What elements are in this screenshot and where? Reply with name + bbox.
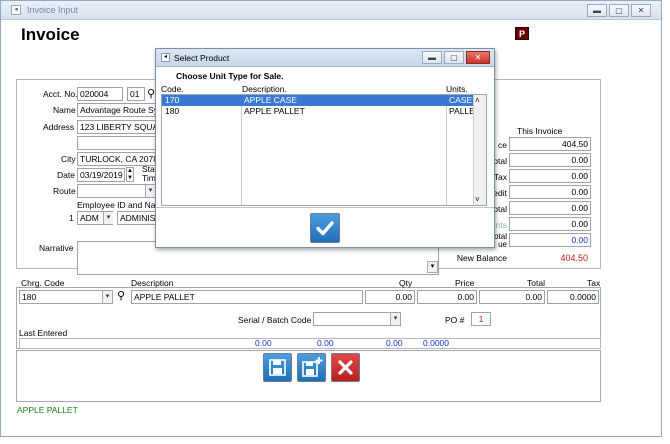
dialog-title: Select Product	[174, 53, 230, 63]
serial-dropdown-icon[interactable]: ▾	[390, 313, 400, 325]
name-field[interactable]: Advantage Route Sys	[77, 103, 157, 117]
product-description: APPLE CASE	[244, 95, 297, 105]
grid-scrollbar[interactable]: ˄ ˅	[473, 95, 486, 205]
new-balance-value: 404.50	[560, 253, 588, 263]
close-icon	[338, 360, 353, 375]
last-total: 0.00	[386, 338, 403, 348]
chrg-code-dropdown-icon[interactable]: ▾	[102, 291, 112, 303]
tax-header: Tax	[587, 278, 601, 288]
totals-value-4: 0.00	[509, 185, 591, 199]
description-column-header[interactable]: Description.	[242, 84, 287, 94]
address-field[interactable]: 123 LIBERTY SQUA	[77, 120, 157, 134]
product-row[interactable]: 170 APPLE CASE CASE	[162, 95, 474, 106]
minimize-button[interactable]: ▬	[587, 4, 607, 17]
total-field: 0.00	[479, 290, 545, 304]
dialog-minimize-button[interactable]: ▬	[422, 51, 442, 64]
employee-dropdown-icon[interactable]: ▾	[103, 212, 113, 224]
address2-field[interactable]	[77, 136, 157, 150]
totals-value-6: 0.00	[509, 217, 591, 231]
dialog-close-button[interactable]: ✕	[466, 51, 490, 64]
date-spinner[interactable]: ▲ ▼	[126, 167, 134, 182]
total-header: Total	[527, 278, 545, 288]
checkmark-icon	[316, 221, 334, 236]
window-title: Invoice Input	[27, 5, 79, 15]
qty-header: Qty	[399, 278, 413, 288]
serial-batch-label: Serial / Batch Code	[238, 315, 312, 325]
totals-value-1: 404.50	[509, 137, 591, 151]
totals-value-5: 0.00	[509, 201, 591, 215]
chrg-code-select[interactable]: 180	[19, 290, 113, 304]
qty-field[interactable]: 0.00	[365, 290, 415, 304]
product-code: 180	[165, 106, 180, 116]
city-label: City	[61, 154, 76, 164]
date-field[interactable]: 03/19/2019	[77, 168, 125, 182]
product-code: 170	[165, 95, 180, 105]
description-header: Description	[131, 278, 174, 288]
save-new-icon	[302, 357, 323, 377]
chrg-code-header: Chrg. Code	[21, 278, 65, 288]
employee-index: 1	[69, 213, 74, 223]
address-label: Address	[43, 122, 75, 132]
dialog-title-bar[interactable]: ◂ Select Product ▬ ▢ ✕	[156, 49, 494, 67]
description-field[interactable]: APPLE PALLET	[131, 290, 363, 304]
employee-label: Employee ID and Nar	[77, 200, 159, 210]
price-header: Price	[455, 278, 475, 288]
name-label: Name	[53, 105, 76, 115]
product-units: PALLE	[449, 106, 475, 116]
serial-batch-select[interactable]	[313, 312, 401, 326]
last-entered-label: Last Entered	[19, 328, 68, 338]
product-row[interactable]: 180 APPLE PALLET PALLE	[162, 106, 475, 117]
window-title-bar[interactable]: ◂ Invoice Input ▬ ▢ ✕	[1, 1, 661, 20]
narrative-label: Narrative	[39, 243, 74, 253]
route-dropdown-icon[interactable]: ▾	[145, 185, 155, 197]
date-label: Date	[57, 170, 75, 180]
acct-label: Acct. No.	[43, 89, 78, 99]
p-badge[interactable]: P	[515, 27, 529, 40]
last-qty: 0.00	[255, 338, 272, 348]
po-field[interactable]: 1	[471, 312, 491, 326]
product-grid[interactable]: 170 APPLE CASE CASE 180 APPLE PALLET PAL…	[161, 94, 487, 206]
scroll-down-icon[interactable]: ˅	[475, 195, 480, 204]
totals-value-2: 0.00	[509, 153, 591, 167]
window-menu-icon[interactable]: ◂	[11, 5, 21, 15]
last-tax: 0.0000	[423, 338, 449, 348]
dialog-prompt: Choose Unit Type for Sale.	[176, 71, 284, 81]
product-units: CASE	[449, 95, 473, 105]
acct-suffix-field[interactable]: 01	[127, 87, 145, 101]
last-price: 0.00	[317, 338, 334, 348]
employee-name-field[interactable]: ADMINIST	[117, 211, 157, 225]
cancel-button[interactable]	[331, 353, 360, 382]
totals-value-3: 0.00	[509, 169, 591, 183]
price-field[interactable]: 0.00	[417, 290, 477, 304]
select-product-dialog: ◂ Select Product ▬ ▢ ✕ Choose Unit Type …	[155, 48, 495, 248]
totals-value-7: 0.00	[509, 233, 591, 247]
close-window-button[interactable]: ✕	[631, 4, 651, 17]
acct-number-field[interactable]: 020004	[77, 87, 123, 101]
units-column-header[interactable]: Units.	[446, 84, 468, 94]
maximize-button[interactable]: ▢	[609, 4, 629, 17]
binoculars-icon[interactable]: ⚲	[147, 87, 155, 100]
tim-label: Tim	[142, 173, 156, 183]
product-search-icon[interactable]: ⚲	[117, 289, 125, 302]
last-entered-row	[19, 338, 601, 349]
save-button[interactable]	[263, 353, 292, 382]
po-label: PO #	[445, 315, 465, 325]
status-text: APPLE PALLET	[17, 405, 78, 415]
confirm-button[interactable]	[310, 213, 340, 243]
dialog-divider	[156, 207, 494, 208]
dialog-maximize-button[interactable]: ▢	[444, 51, 464, 64]
route-label: Route	[53, 186, 76, 196]
product-description: APPLE PALLET	[244, 106, 305, 116]
narrative-scroll-down-icon[interactable]: ▾	[427, 261, 438, 273]
code-column-header[interactable]: Code.	[161, 84, 184, 94]
page-title: Invoice	[21, 25, 80, 44]
save-icon	[269, 359, 286, 376]
dialog-menu-icon[interactable]: ◂	[161, 53, 170, 62]
save-new-button[interactable]	[297, 353, 326, 382]
new-balance-label: New Balance	[456, 253, 507, 263]
scroll-up-icon[interactable]: ˄	[475, 96, 480, 105]
tax-field: 0.0000	[547, 290, 599, 304]
this-invoice-label: This Invoice	[517, 126, 563, 136]
